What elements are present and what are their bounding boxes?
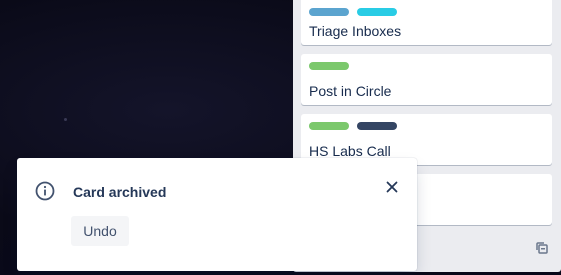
undo-button[interactable]: Undo [71,216,129,246]
card-title: HS Labs Call [309,143,391,159]
card-triage-inboxes[interactable]: Triage Inboxes [301,0,552,45]
card-title: Triage Inboxes [309,23,402,39]
card-labels [309,62,353,70]
close-icon [386,181,398,193]
card-labels [309,122,401,130]
label-green[interactable] [309,62,349,70]
close-button[interactable] [383,178,401,196]
label-navy[interactable] [357,122,398,130]
label-green[interactable] [309,122,349,130]
card-title: Post in Circle [309,83,392,99]
background-speck [64,118,67,121]
toast-title: Card archived [73,184,167,200]
label-sky[interactable] [357,8,398,16]
card-labels [309,8,401,16]
info-icon [35,181,55,201]
create-from-template-icon[interactable] [536,241,548,254]
card-post-in-circle[interactable]: Post in Circle [301,54,552,105]
archived-toast: Card archived Undo [17,158,417,271]
label-blue[interactable] [309,8,349,16]
